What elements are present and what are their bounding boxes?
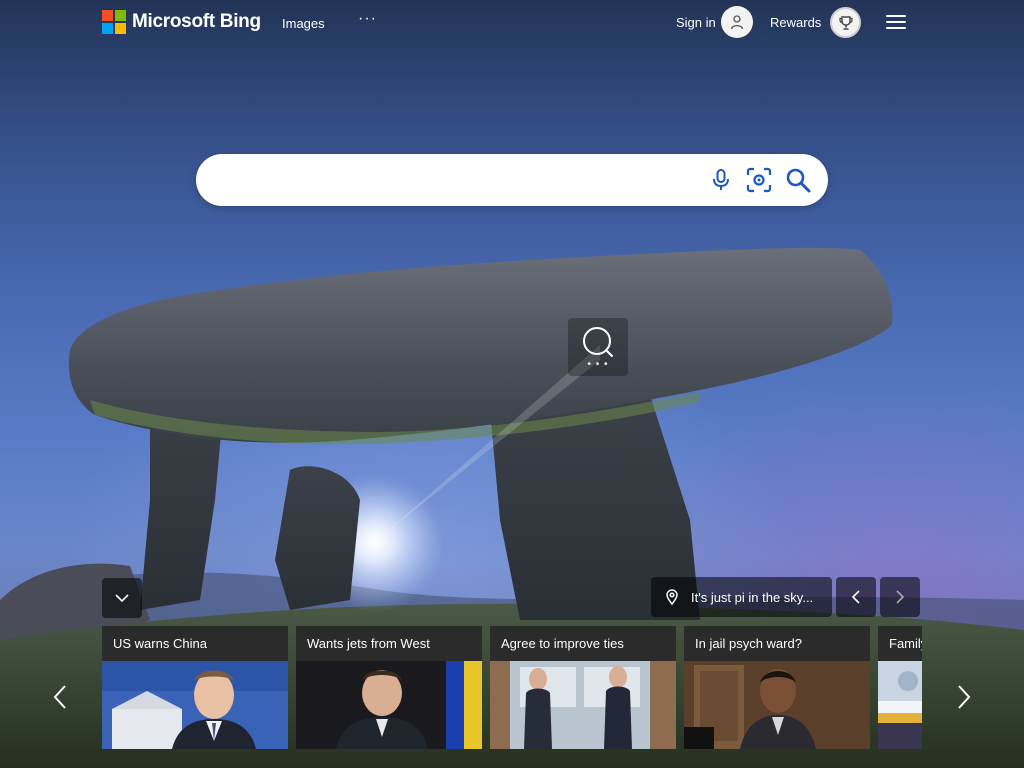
visual-search-icon bbox=[583, 327, 613, 357]
top-header: Microsoft Bing Images ··· Sign in Reward… bbox=[0, 0, 1024, 46]
microsoft-logo-icon bbox=[102, 10, 126, 34]
rewards-link[interactable]: Rewards bbox=[770, 15, 821, 30]
news-card[interactable]: Family bbox=[878, 626, 922, 749]
chevron-right-icon bbox=[896, 590, 905, 604]
image-visual-search-button[interactable]: • • • bbox=[568, 318, 628, 376]
location-pin-icon bbox=[666, 589, 678, 606]
news-title: US warns China bbox=[113, 636, 207, 651]
news-carousel: US warns China Wants jets from West Agre… bbox=[102, 626, 922, 750]
news-card[interactable]: In jail psych ward? bbox=[684, 626, 870, 749]
signin-link[interactable]: Sign in bbox=[676, 15, 716, 30]
news-title: In jail psych ward? bbox=[695, 636, 802, 651]
news-next-button[interactable] bbox=[952, 680, 976, 714]
chevron-right-icon bbox=[958, 685, 971, 709]
news-card[interactable]: US warns China bbox=[102, 626, 288, 749]
image-info-button[interactable]: It's just pi in the sky... bbox=[651, 577, 832, 617]
news-thumbnail bbox=[102, 661, 288, 749]
chevron-left-icon bbox=[53, 685, 66, 709]
nav-more-menu[interactable]: ··· bbox=[358, 10, 377, 28]
microphone-icon[interactable] bbox=[708, 166, 734, 194]
image-caption: It's just pi in the sky... bbox=[691, 589, 814, 605]
search-input[interactable] bbox=[220, 154, 700, 206]
news-thumbnail bbox=[490, 661, 676, 749]
news-card[interactable]: Wants jets from West bbox=[296, 626, 482, 749]
hamburger-menu-icon[interactable] bbox=[886, 13, 906, 31]
news-thumbnail bbox=[878, 661, 922, 749]
lens-more-indicator: • • • bbox=[587, 359, 609, 370]
previous-image-button[interactable] bbox=[836, 577, 876, 617]
news-title: Wants jets from West bbox=[307, 636, 430, 651]
news-title: Family bbox=[889, 636, 922, 651]
brand-name: Microsoft Bing bbox=[132, 11, 261, 32]
search-icon[interactable] bbox=[784, 166, 812, 194]
news-card[interactable]: Agree to improve ties bbox=[490, 626, 676, 749]
collapse-feed-button[interactable] bbox=[102, 578, 142, 618]
chevron-left-icon bbox=[851, 590, 860, 604]
news-title: Agree to improve ties bbox=[501, 636, 624, 651]
chevron-down-icon bbox=[115, 594, 129, 603]
person-icon[interactable] bbox=[721, 6, 753, 38]
news-prev-button[interactable] bbox=[48, 680, 72, 714]
next-image-button[interactable] bbox=[880, 577, 920, 617]
visual-search-icon[interactable] bbox=[745, 166, 773, 194]
bing-logo[interactable]: Microsoft Bing bbox=[102, 10, 261, 34]
nav-images-link[interactable]: Images bbox=[282, 16, 325, 31]
news-thumbnail bbox=[684, 661, 870, 749]
trophy-icon[interactable] bbox=[830, 7, 861, 38]
news-thumbnail bbox=[296, 661, 482, 749]
